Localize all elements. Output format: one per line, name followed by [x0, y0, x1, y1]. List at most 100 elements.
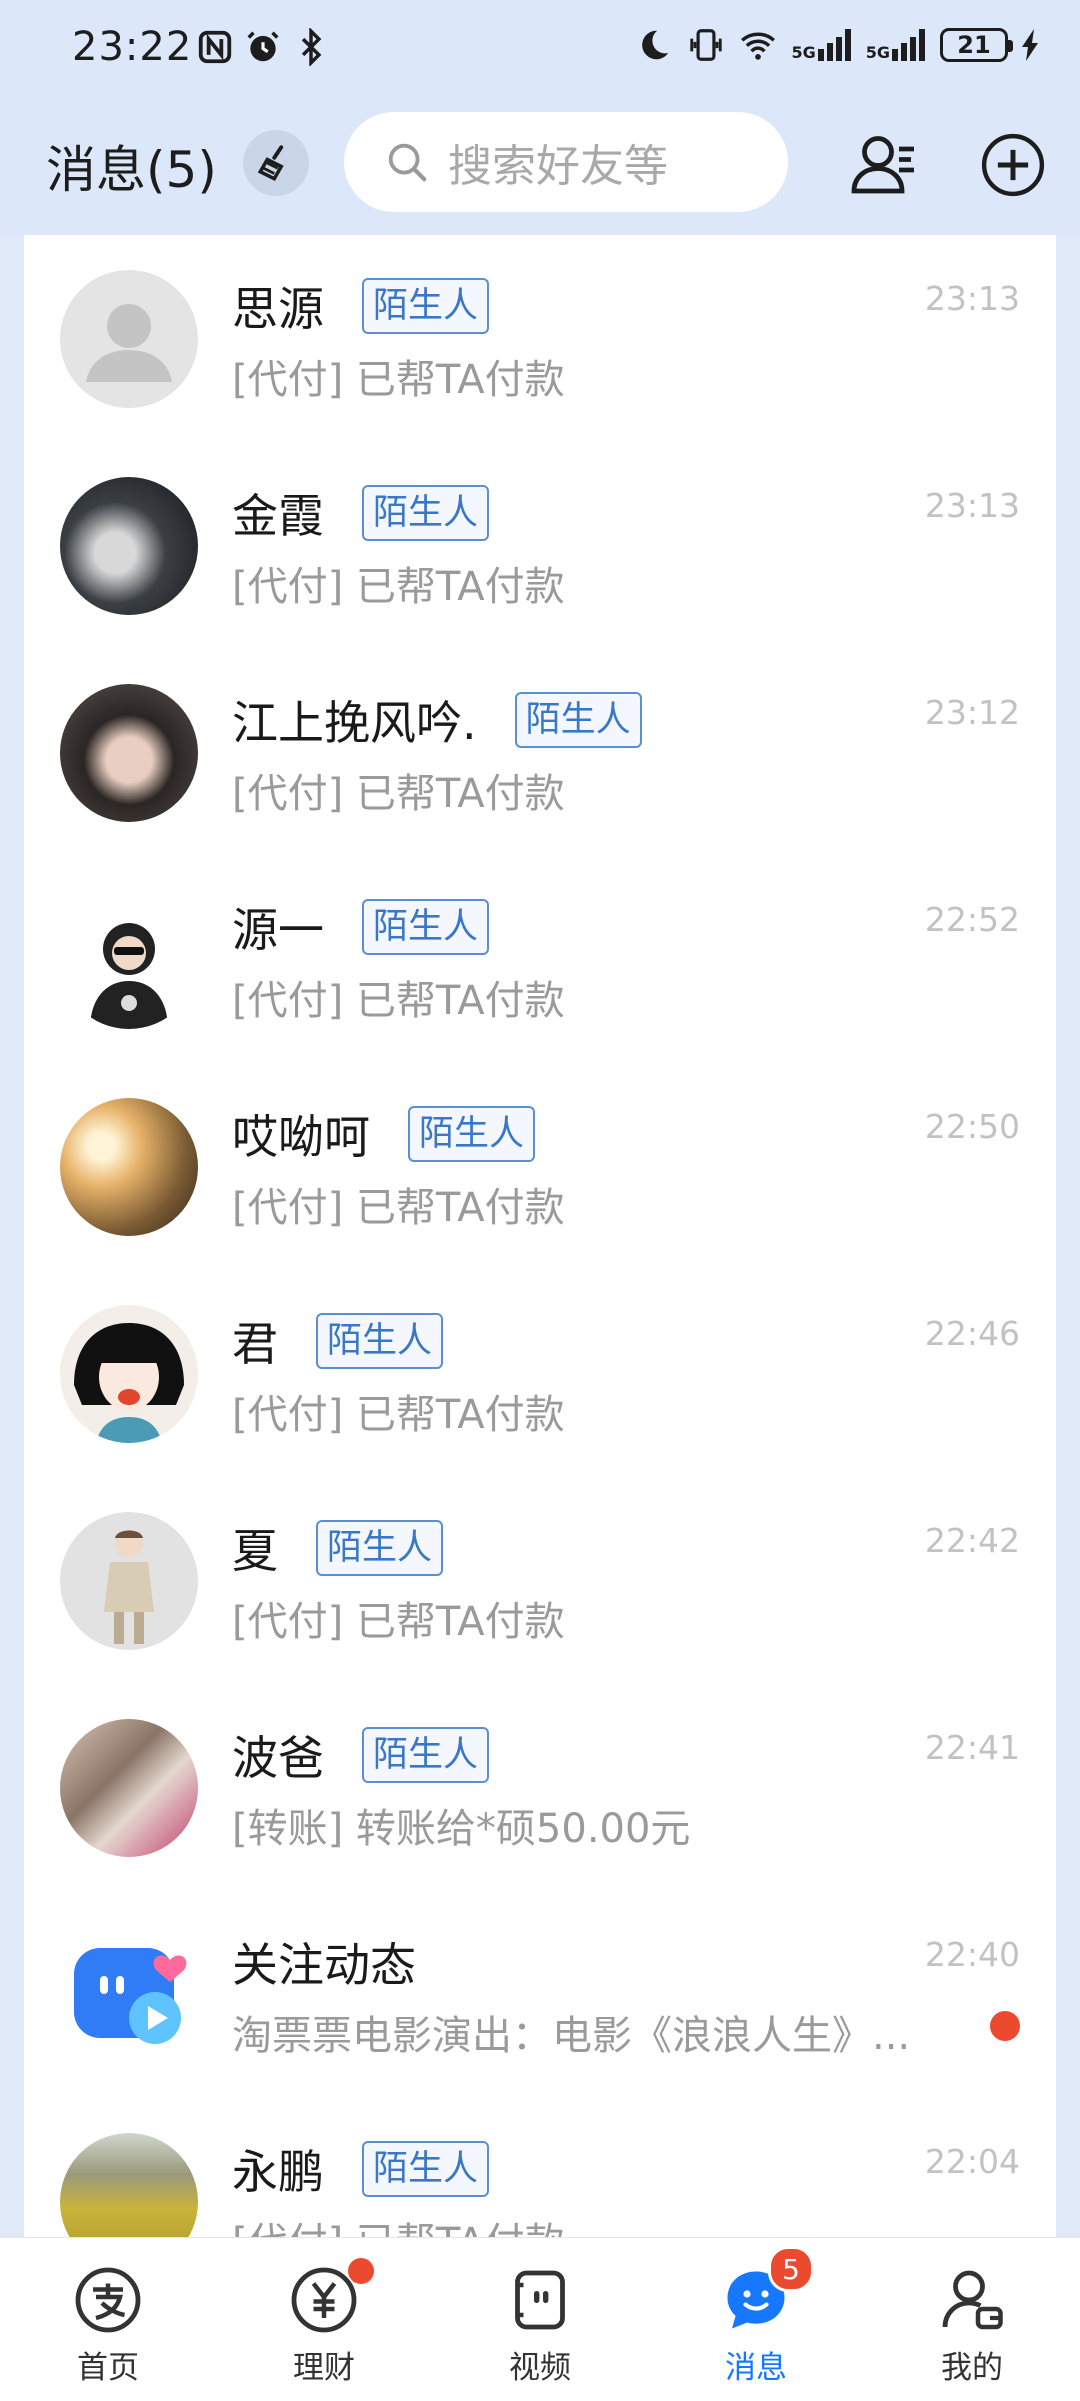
conversation-row[interactable]: 源一 陌生人 [代付] 已帮TA付款 22:52 — [24, 856, 1056, 1063]
message-preview: [代付] 已帮TA付款 — [232, 1185, 565, 1231]
contact-name: 思源 — [232, 282, 324, 336]
wifi-icon — [741, 32, 776, 60]
stranger-badge: 陌生人 — [316, 1520, 444, 1576]
photo-avatar — [60, 891, 198, 1029]
conversation-row[interactable]: 江上挽风吟. 陌生人 [代付] 已帮TA付款 23:12 — [24, 649, 1056, 856]
nav-messages-label: 消息 — [725, 2350, 787, 2386]
nav-messages-icon-wrap: 5 — [720, 2246, 814, 2336]
message-time: 23:12 — [924, 693, 1020, 732]
photo-avatar — [60, 2133, 198, 2237]
stranger-badge: 陌生人 — [316, 1313, 444, 1369]
message-preview: [代付] 已帮TA付款 — [232, 564, 565, 610]
conversation-row[interactable]: 金霞 陌生人 [代付] 已帮TA付款 23:13 — [24, 442, 1056, 649]
signal-bars-icon — [817, 29, 851, 61]
conversation-row[interactable]: 思源 陌生人 [代付] 已帮TA付款 23:13 — [24, 235, 1056, 442]
contact-name-row: 波爸 陌生人 — [232, 1722, 490, 1788]
photo-avatar — [60, 1512, 198, 1650]
contact-name-row: 思源 陌生人 — [232, 273, 490, 339]
message-time: 22:40 — [924, 1935, 1020, 1974]
message-preview: [代付] 已帮TA付款 — [232, 978, 565, 1024]
message-time: 22:50 — [924, 1107, 1020, 1146]
message-preview: [代付] 已帮TA付款 — [232, 1599, 565, 1645]
nav-video-label: 视频 — [509, 2350, 571, 2386]
search-icon — [388, 143, 427, 182]
video-icon — [515, 2270, 565, 2330]
conversation-row[interactable]: 夏 陌生人 [代付] 已帮TA付款 22:42 — [24, 1477, 1056, 1684]
contact-name: 江上挽风吟. — [232, 696, 477, 750]
contact-name-row: 君 陌生人 — [232, 1308, 444, 1374]
bottom-navigation: 首页 理财 视频 5 消息 我的 — [0, 2237, 1080, 2401]
do-not-disturb-moon-icon — [642, 30, 669, 60]
message-time: 22:46 — [924, 1314, 1020, 1353]
broom-icon — [257, 145, 284, 182]
messages-header: 消息(5) 搜索好友等 — [0, 100, 1080, 235]
stranger-badge: 陌生人 — [514, 692, 642, 748]
contact-name: 夏 — [232, 1524, 278, 1578]
charging-bolt-icon — [1022, 29, 1038, 61]
nav-finance[interactable]: 理财 — [216, 2238, 432, 2401]
follow-app-icon — [60, 1926, 198, 2064]
status-left-icons — [196, 28, 330, 66]
contact-name-row: 源一 陌生人 — [232, 894, 490, 960]
search-bar[interactable]: 搜索好友等 — [344, 112, 788, 212]
stranger-badge: 陌生人 — [362, 899, 490, 955]
photo-avatar — [60, 477, 198, 615]
default-user-icon — [86, 304, 172, 382]
nav-messages[interactable]: 5 消息 — [648, 2238, 864, 2401]
message-time: 22:41 — [924, 1728, 1020, 1767]
contact-name-row: 江上挽风吟. 陌生人 — [232, 687, 642, 753]
contact-name: 永鹏 — [232, 2145, 324, 2199]
contacts-icon[interactable] — [848, 128, 920, 200]
page-title: 消息(5) — [46, 141, 217, 199]
contact-name: 源一 — [232, 903, 324, 957]
message-time: 23:13 — [924, 486, 1020, 525]
message-time: 23:13 — [924, 279, 1020, 318]
nav-finance-label: 理财 — [293, 2350, 355, 2386]
status-right-icons: 5G 5G 21 — [635, 26, 1040, 64]
nav-mine-label: 我的 — [941, 2350, 1003, 2386]
conversation-row-follow-updates[interactable]: 关注动态 淘票票电影演出：电影《浪浪人生》... 22:40 — [24, 1891, 1056, 2098]
stranger-badge: 陌生人 — [362, 278, 490, 334]
contact-name-row: 永鹏 陌生人 — [232, 2136, 490, 2202]
vibrate-icon — [690, 29, 723, 61]
message-preview: [转账] 转账给*硕50.00元 — [232, 1806, 691, 1852]
contact-name: 金霞 — [232, 489, 324, 543]
battery-indicator: 21 — [940, 28, 1013, 62]
message-time: 22:42 — [924, 1521, 1020, 1560]
message-preview: [代付] 已帮TA付款 — [232, 357, 565, 403]
conversation-row[interactable]: 君 陌生人 [代付] 已帮TA付款 22:46 — [24, 1270, 1056, 1477]
cartoon-person-avatar — [104, 1530, 154, 1644]
message-time: 22:52 — [924, 900, 1020, 939]
message-preview: [代付] 已帮TA付款 — [232, 771, 565, 817]
stranger-badge: 陌生人 — [362, 2141, 490, 2197]
conversation-row[interactable]: 哎呦呵 陌生人 [代付] 已帮TA付款 22:50 — [24, 1063, 1056, 1270]
alipay-home-icon — [75, 2267, 141, 2333]
search-placeholder: 搜索好友等 — [448, 141, 668, 192]
message-time: 22:04 — [924, 2142, 1020, 2181]
add-plus-icon[interactable] — [980, 132, 1046, 198]
contact-name: 关注动态 — [232, 1938, 416, 1992]
conversation-row[interactable]: 永鹏 陌生人 [代付] 已帮TA付款 22:04 — [24, 2098, 1056, 2237]
clear-unread-button[interactable] — [243, 130, 309, 196]
message-preview: [代付] 已帮TA付款 — [232, 2210, 565, 2237]
nav-home[interactable]: 首页 — [0, 2238, 216, 2401]
nav-video[interactable]: 视频 — [432, 2238, 648, 2401]
messages-unread-count: 5 — [768, 2246, 814, 2292]
status-bar: 23:22 5G 5G 21 — [0, 0, 1080, 100]
contact-name: 君 — [232, 1317, 278, 1371]
status-time: 23:22 — [72, 24, 193, 70]
photo-avatar — [60, 1719, 198, 1857]
photo-avatar — [60, 1305, 198, 1443]
cartoon-hoodie-avatar — [90, 923, 168, 1029]
profile-wallet-icon — [942, 2270, 1003, 2330]
cartoon-girl-avatar — [74, 1323, 184, 1443]
nav-mine[interactable]: 我的 — [864, 2238, 1080, 2401]
alarm-icon — [247, 31, 279, 62]
contact-name-row: 哎呦呵 陌生人 — [232, 1101, 536, 1167]
signal-bars-icon — [892, 29, 925, 61]
signal-5g-1: 5G — [791, 29, 851, 61]
stranger-badge: 陌生人 — [408, 1106, 536, 1162]
conversation-row[interactable]: 波爸 陌生人 [转账] 转账给*硕50.00元 22:41 — [24, 1684, 1056, 1891]
nav-home-label: 首页 — [77, 2350, 139, 2386]
unread-dot — [990, 2011, 1020, 2041]
